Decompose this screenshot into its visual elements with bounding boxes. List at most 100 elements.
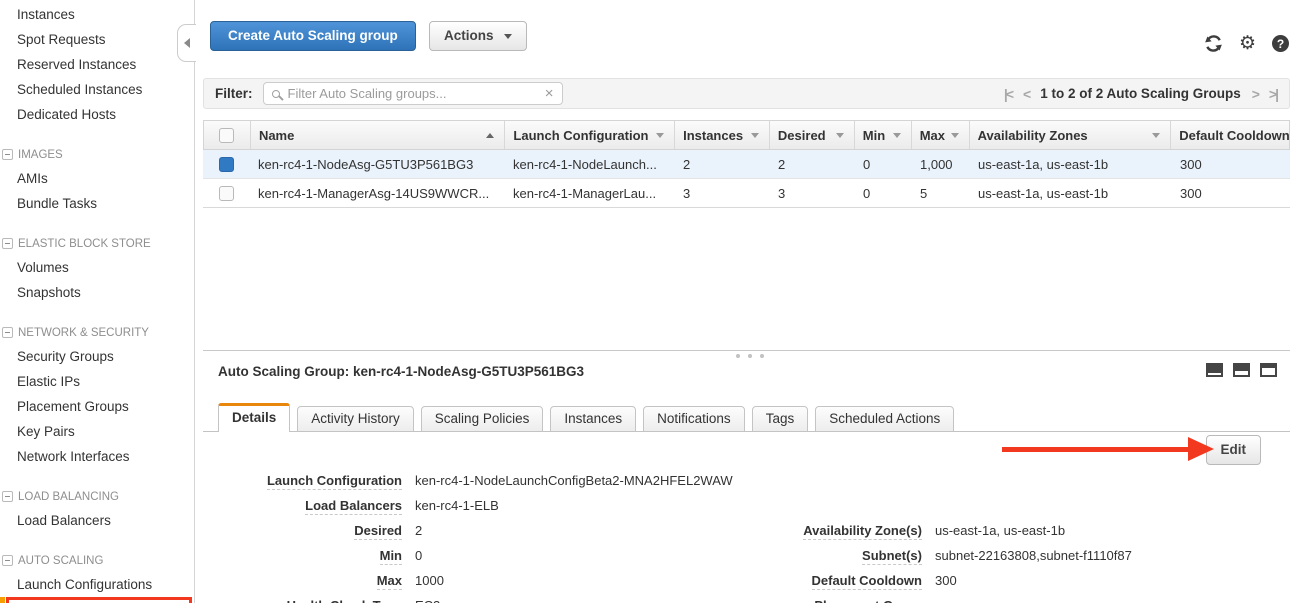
sidebar-item-snapshots[interactable]: Snapshots <box>0 280 194 305</box>
cell-default-cooldown: 300 <box>1172 179 1290 207</box>
cell-min: 0 <box>855 150 912 178</box>
filter-input[interactable] <box>288 86 545 101</box>
sidebar-item-security-groups[interactable]: Security Groups <box>0 344 194 369</box>
sort-down-icon <box>836 133 844 138</box>
cell-default-cooldown: 300 <box>1172 150 1290 178</box>
pane-medium-icon[interactable] <box>1233 363 1250 377</box>
field-row-availability-zone-s: Availability Zone(s)us-east-1a, us-east-… <box>640 520 1132 545</box>
last-page-button[interactable]: >| <box>1269 86 1277 102</box>
ec2-console: InstancesSpot RequestsReserved Instances… <box>0 0 1298 603</box>
collapse-section-icon[interactable] <box>2 491 13 502</box>
sidebar-item-scheduled-instances[interactable]: Scheduled Instances <box>0 77 194 102</box>
next-page-button[interactable]: > <box>1252 86 1258 102</box>
row-checkbox[interactable] <box>219 157 234 172</box>
collapse-section-icon[interactable] <box>2 327 13 338</box>
cell-desired: 2 <box>770 150 855 178</box>
sidebar-item-spot-requests[interactable]: Spot Requests <box>0 27 194 52</box>
field-label-load-balancers: Load Balancers <box>203 498 402 513</box>
tab-scheduled-actions[interactable]: Scheduled Actions <box>815 406 954 432</box>
actions-button-label: Actions <box>444 28 494 43</box>
sidebar-item-placement-groups[interactable]: Placement Groups <box>0 394 194 419</box>
select-all-checkbox[interactable] <box>219 128 234 143</box>
cell-min: 0 <box>855 179 912 207</box>
sidebar-item-dedicated-hosts[interactable]: Dedicated Hosts <box>0 102 194 127</box>
sort-down-icon <box>951 133 959 138</box>
column-header-name[interactable]: Name <box>251 121 505 149</box>
column-header-instances[interactable]: Instances <box>675 121 770 149</box>
sort-down-icon <box>893 133 901 138</box>
collapse-section-icon[interactable] <box>2 149 13 160</box>
cell-launch-configuration: ken-rc4-1-NodeLaunch... <box>505 150 675 178</box>
row-checkbox[interactable] <box>219 186 234 201</box>
field-label-health-check-type: Health Check Type <box>203 598 402 603</box>
sidebar-item-load-balancers[interactable]: Load Balancers <box>0 508 194 533</box>
help-icon[interactable]: ? <box>1272 35 1289 52</box>
actions-button[interactable]: Actions <box>429 21 527 51</box>
column-header-label: Min <box>863 128 885 143</box>
column-header-default-cooldown[interactable]: Default Cooldown <box>1171 121 1289 149</box>
row-checkbox-cell <box>203 179 250 207</box>
sidebar-section-elastic-block-store: ELASTIC BLOCK STORE <box>0 232 194 255</box>
sidebar-item-key-pairs[interactable]: Key Pairs <box>0 419 194 444</box>
gear-icon[interactable]: ⚙ <box>1239 34 1256 53</box>
chevron-down-icon <box>504 34 512 39</box>
prev-page-button[interactable]: < <box>1023 86 1029 102</box>
filter-label: Filter: <box>215 86 253 101</box>
section-header-label: AUTO SCALING <box>18 555 103 567</box>
field-label-min: Min <box>203 548 402 563</box>
pane-large-icon[interactable] <box>1260 363 1277 377</box>
sidebar-item-amis[interactable]: AMIs <box>0 166 194 191</box>
tab-tags[interactable]: Tags <box>752 406 809 432</box>
sidebar-item-launch-configurations[interactable]: Launch Configurations <box>0 572 194 597</box>
table-row[interactable]: ken-rc4-1-NodeAsg-G5TU3P561BG3ken-rc4-1-… <box>203 150 1290 179</box>
panel-resize-handle[interactable] <box>736 354 764 358</box>
refresh-icon[interactable] <box>1204 34 1223 53</box>
details-tabs: Details Activity History Scaling PoliciesI… <box>218 403 961 432</box>
details-fields-right: Availability Zone(s)us-east-1a, us-east-… <box>640 520 1132 603</box>
sidebar-item-reserved-instances[interactable]: Reserved Instances <box>0 52 194 77</box>
cell-availability-zones: us-east-1a, us-east-1b <box>970 150 1172 178</box>
column-header-launch-configuration[interactable]: Launch Configuration <box>505 121 675 149</box>
cell-instances: 2 <box>675 150 770 178</box>
pane-small-icon[interactable] <box>1206 363 1223 377</box>
sidebar-item-bundle-tasks[interactable]: Bundle Tasks <box>0 191 194 216</box>
sidebar-item-instances[interactable]: Instances <box>0 2 194 27</box>
collapse-section-icon[interactable] <box>2 555 13 566</box>
sidebar-collapse-button[interactable] <box>177 24 196 62</box>
sidebar-item-elastic-ips[interactable]: Elastic IPs <box>0 369 194 394</box>
pagination: |< < 1 to 2 of 2 Auto Scaling Groups > >… <box>1004 86 1277 102</box>
auto-scaling-groups-table: Name Launch ConfigurationInstancesDesired… <box>203 120 1290 208</box>
field-label-default-cooldown: Default Cooldown <box>640 573 922 588</box>
tab-instances[interactable]: Instances <box>550 406 636 432</box>
tab-details[interactable]: Details <box>218 403 290 432</box>
column-header-desired[interactable]: Desired <box>770 121 855 149</box>
field-value-min: 0 <box>415 548 422 563</box>
field-value-default-cooldown: 300 <box>935 573 957 588</box>
cell-desired: 3 <box>770 179 855 207</box>
tab-notifications[interactable]: Notifications <box>643 406 745 432</box>
column-header-availability-zones[interactable]: Availability Zones <box>970 121 1172 149</box>
collapse-section-icon[interactable] <box>2 238 13 249</box>
cell-max: 1,000 <box>912 150 970 178</box>
create-auto-scaling-group-button[interactable]: Create Auto Scaling group <box>210 21 416 51</box>
section-header-label: IMAGES <box>18 149 63 161</box>
field-row-placement-group: Placement Group <box>640 595 1132 603</box>
column-header-max[interactable]: Max <box>912 121 970 149</box>
first-page-button[interactable]: |< <box>1004 86 1012 102</box>
clear-filter-icon[interactable]: × <box>545 86 554 101</box>
field-row-launch-configuration: Launch Configurationken-rc4-1-NodeLaunch… <box>203 470 733 495</box>
tab-activity-history[interactable]: Activity History <box>297 406 414 432</box>
tab-scaling-policies[interactable]: Scaling Policies <box>421 406 544 432</box>
table-row[interactable]: ken-rc4-1-ManagerAsg-14US9WWCR...ken-rc4… <box>203 179 1290 208</box>
column-header-label: Name <box>259 128 294 143</box>
cell-name: ken-rc4-1-NodeAsg-G5TU3P561BG3 <box>250 150 505 178</box>
sort-down-icon <box>1152 133 1160 138</box>
field-value-load-balancers: ken-rc4-1-ELB <box>415 498 499 513</box>
sidebar-item-auto-scaling-groups[interactable]: Auto Scaling Groups <box>6 597 192 603</box>
column-header-min[interactable]: Min <box>855 121 912 149</box>
sort-down-icon <box>751 133 759 138</box>
filter-bar: Filter: × |< < 1 to 2 of 2 Auto Scaling … <box>203 78 1290 109</box>
sidebar-item-network-interfaces[interactable]: Network Interfaces <box>0 444 194 469</box>
sidebar-item-volumes[interactable]: Volumes <box>0 255 194 280</box>
pagination-text: 1 to 2 of 2 Auto Scaling Groups <box>1040 86 1241 101</box>
